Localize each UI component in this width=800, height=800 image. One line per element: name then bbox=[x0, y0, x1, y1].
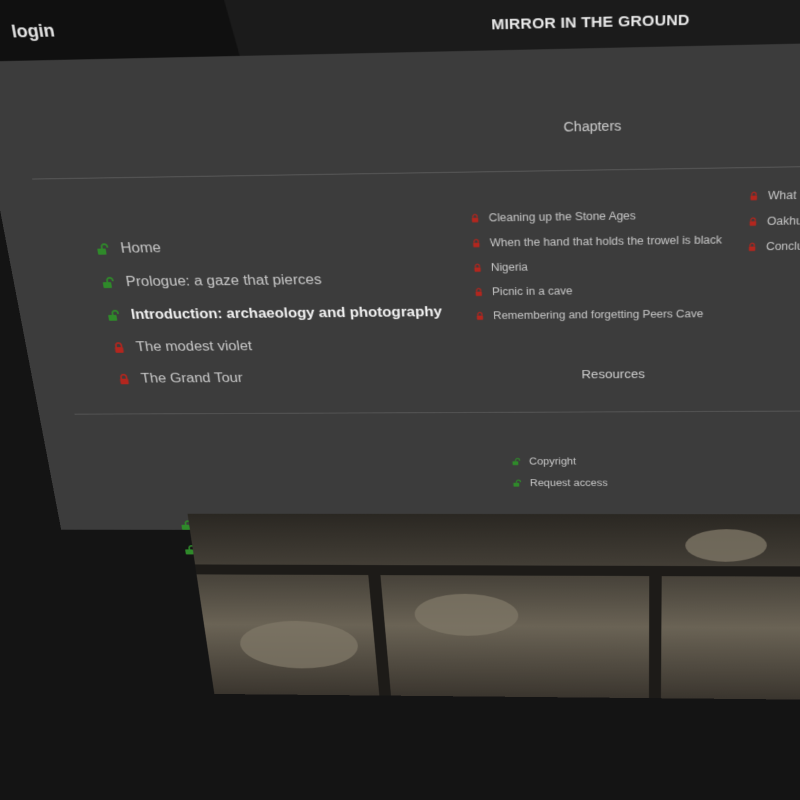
locked-padlock-icon bbox=[112, 342, 127, 353]
menu-item-label: Copyright bbox=[528, 455, 577, 467]
menu-item-label: Conclusion: ref bbox=[765, 239, 800, 253]
locked-padlock-icon bbox=[475, 311, 485, 320]
menu-item-label: Oakhurst Cave bbox=[766, 214, 800, 228]
locked-padlock-icon bbox=[471, 238, 481, 247]
app-viewport: login MIRROR IN THE GROUND Chapters Home… bbox=[0, 0, 800, 800]
menu-item-label: Introduction: archaeology and photograph… bbox=[130, 305, 443, 323]
menu-item-label: Remembering and forgetting Peers Cave bbox=[492, 307, 704, 322]
menu-item[interactable]: Home bbox=[95, 241, 162, 257]
menu-item-label: Nigeria bbox=[490, 260, 529, 274]
navigation-panel: Chapters Home Prologue: a gaze that pierc… bbox=[0, 39, 800, 556]
locked-padlock-icon bbox=[470, 213, 480, 222]
locked-padlock-icon bbox=[748, 216, 758, 226]
menu-item[interactable]: Prologue: a gaze that pierces bbox=[101, 273, 323, 291]
menu-item[interactable]: The Grand Tour bbox=[117, 371, 244, 386]
menu-item[interactable]: When the hand that holds the trowel is b… bbox=[471, 234, 722, 250]
archive-photograph bbox=[187, 513, 800, 701]
menu-item-label: What Mr Goodwin bbox=[767, 188, 800, 203]
photo-figure bbox=[685, 529, 768, 562]
menu-item[interactable]: The modest violet bbox=[111, 339, 253, 355]
photo-figure bbox=[413, 593, 520, 637]
menu-item-label: Prologue: a gaze that pierces bbox=[124, 272, 323, 290]
login-tab[interactable]: login bbox=[0, 0, 240, 61]
menu-item[interactable]: Cleaning up the Stone Ages bbox=[470, 209, 636, 224]
menu-item-label: The modest violet bbox=[135, 339, 253, 355]
chapters-divider bbox=[32, 163, 800, 180]
menu-item[interactable]: Nigeria bbox=[472, 261, 528, 274]
unlocked-padlock-icon bbox=[513, 479, 522, 487]
menu-item[interactable]: Conclusion: ref bbox=[747, 239, 800, 253]
menu-item[interactable]: What Mr Goodwin bbox=[749, 188, 800, 203]
locked-padlock-icon bbox=[749, 191, 759, 200]
menu-item[interactable]: Oakhurst Cave bbox=[748, 214, 800, 228]
login-link[interactable]: login bbox=[10, 21, 56, 43]
locked-padlock-icon bbox=[747, 242, 757, 251]
photo-figure bbox=[237, 620, 361, 669]
menu-item-label: When the hand that holds the trowel is b… bbox=[489, 233, 723, 250]
film-strip-bar bbox=[195, 564, 800, 577]
resources-divider bbox=[74, 409, 800, 415]
menu-item[interactable]: Request access bbox=[512, 477, 608, 489]
film-strip-divider bbox=[648, 565, 662, 699]
locked-padlock-icon bbox=[117, 374, 131, 385]
menu-item-label: Home bbox=[119, 240, 162, 257]
unlocked-padlock-icon bbox=[512, 457, 521, 465]
menu-item-label: The Grand Tour bbox=[140, 371, 244, 386]
menu-item[interactable]: Picnic in a cave bbox=[474, 285, 573, 298]
site-screen: login MIRROR IN THE GROUND Chapters Home… bbox=[0, 0, 800, 701]
menu-item-label: Request access bbox=[529, 477, 608, 489]
locked-padlock-icon bbox=[474, 287, 484, 296]
unlocked-padlock-icon bbox=[108, 310, 121, 321]
menu-item-label: Cleaning up the Stone Ages bbox=[488, 209, 636, 225]
chapters-heading: Chapters bbox=[563, 118, 622, 135]
unlocked-padlock-icon bbox=[102, 277, 116, 289]
menu-item-label: Picnic in a cave bbox=[491, 284, 573, 298]
menu-item[interactable]: Introduction: archaeology and photograph… bbox=[106, 305, 443, 323]
film-strip-divider bbox=[367, 565, 391, 696]
resources-heading: Resources bbox=[581, 367, 645, 381]
locked-padlock-icon bbox=[472, 263, 482, 272]
menu-item[interactable]: Copyright bbox=[512, 455, 577, 467]
unlocked-padlock-icon bbox=[97, 243, 110, 255]
menu-item[interactable]: Remembering and forgetting Peers Cave bbox=[475, 307, 704, 322]
